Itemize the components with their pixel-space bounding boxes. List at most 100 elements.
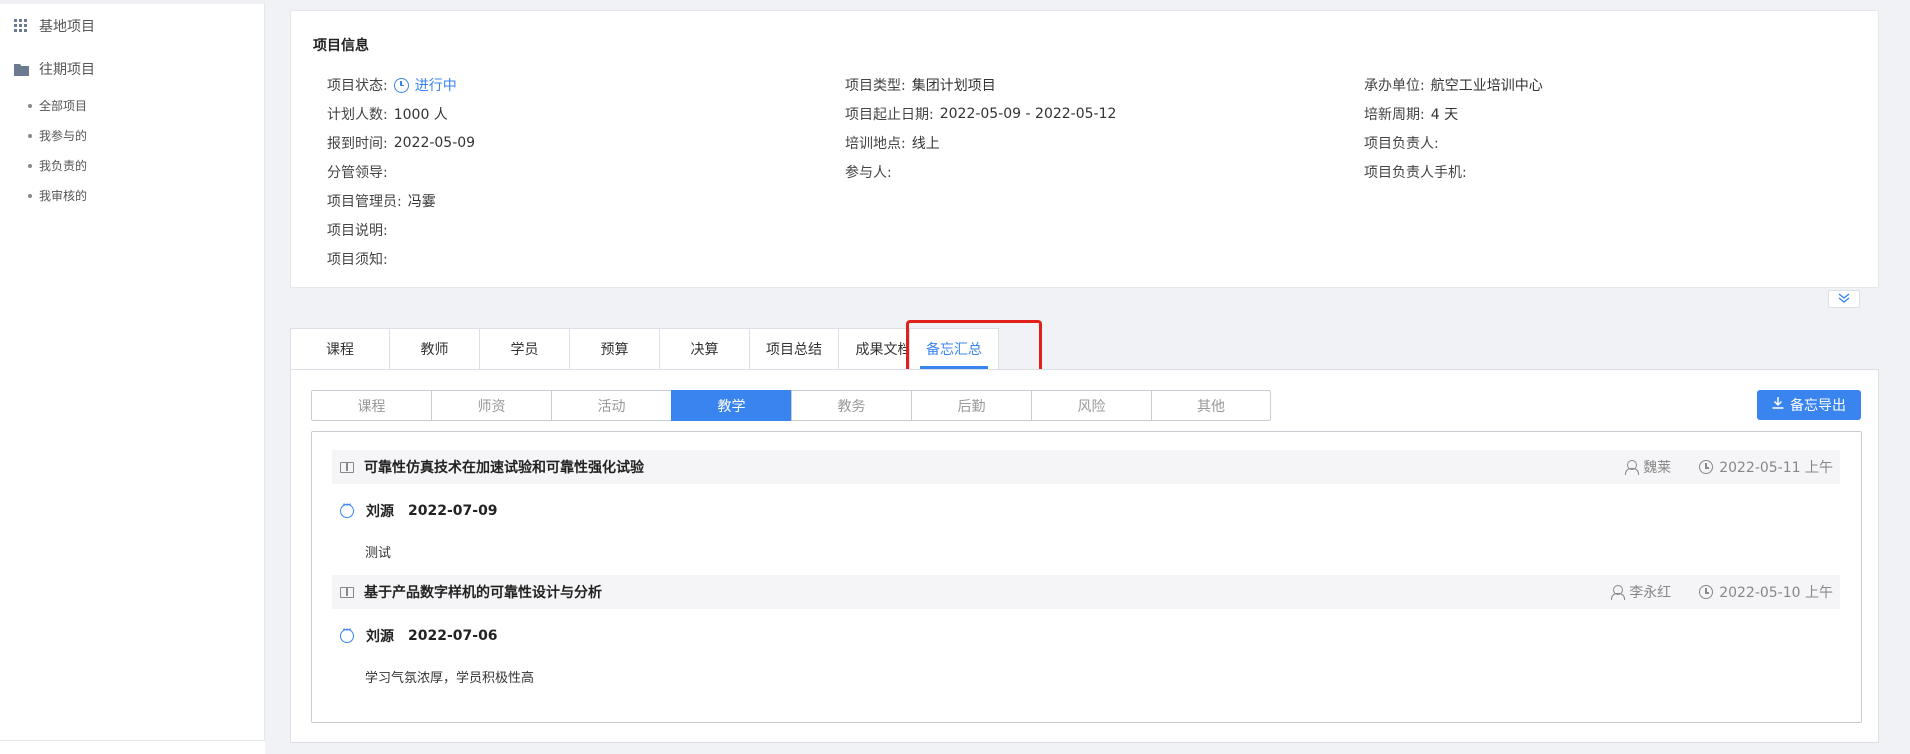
user-icon xyxy=(1611,585,1626,600)
field-label: 承办单位: xyxy=(1364,78,1425,94)
sidebar: 基地项目 往期项目 全部项目 我参与的 我负责的 我审核的 xyxy=(0,0,265,754)
comment-date: 2022-07-09 xyxy=(408,503,498,519)
comment-header: 刘源 2022-07-09 xyxy=(340,500,498,521)
tab-student[interactable]: 学员 xyxy=(479,328,569,370)
field-value: 线上 xyxy=(911,136,940,152)
memo-list: 可靠性仿真技术在加速试验和可靠性强化试验 魏莱 2022-05-11 上午 刘源… xyxy=(311,431,1862,723)
field-value: 航空工业培训中心 xyxy=(1430,78,1543,94)
planned-count-field: 计划人数: 1000 人 xyxy=(327,104,448,124)
comment-icon xyxy=(340,625,354,643)
clock-icon xyxy=(1699,585,1714,599)
sidebar-item-label: 我负责的 xyxy=(39,159,88,173)
memo-time: 2022-05-11 上午 xyxy=(1719,460,1833,476)
comment-text: 测试 xyxy=(365,546,392,561)
memo-time: 2022-05-10 上午 xyxy=(1719,585,1833,601)
sidebar-item-label: 我审核的 xyxy=(39,189,88,203)
subtab-faculty[interactable]: 师资 xyxy=(431,390,551,421)
comment-date: 2022-07-06 xyxy=(408,628,498,644)
main-tabs: 课程 教师 学员 预算 决算 项目总结 成果文档 备忘汇总 xyxy=(290,328,999,370)
field-value: 2022-05-09 - 2022-05-12 xyxy=(939,106,1117,122)
admin-field: 项目管理员: 冯霎 xyxy=(327,191,436,211)
field-value: 冯霎 xyxy=(407,194,436,210)
project-type-field: 项目类型: 集团计划项目 xyxy=(845,75,996,95)
grid-icon xyxy=(13,18,29,34)
sidebar-item-my-participated[interactable]: 我参与的 xyxy=(28,127,87,144)
sidebar-top-bar xyxy=(0,0,265,4)
memo-header: 基于产品数字样机的可靠性设计与分析 李永红 2022-05-10 上午 xyxy=(332,575,1840,609)
project-owner-field: 项目负责人: xyxy=(1364,133,1439,153)
training-period-field: 培新周期: 4 天 xyxy=(1364,104,1458,124)
subtab-academic-affairs[interactable]: 教务 xyxy=(791,390,911,421)
book-icon xyxy=(340,586,354,598)
sidebar-item-label: 我参与的 xyxy=(39,129,88,143)
tab-course[interactable]: 课程 xyxy=(290,328,389,370)
folder-icon xyxy=(13,61,29,77)
owner-phone-field: 项目负责人手机: xyxy=(1364,162,1467,182)
export-memo-button[interactable]: 备忘导出 xyxy=(1757,390,1861,420)
memo-author: 李永红 xyxy=(1629,585,1672,601)
date-range-field: 项目起止日期: 2022-05-09 - 2022-05-12 xyxy=(845,104,1116,124)
comment-author: 刘源 xyxy=(366,629,394,645)
comment-text: 学习气氛浓厚，学员积极性高 xyxy=(365,671,535,686)
sidebar-item-my-responsible[interactable]: 我负责的 xyxy=(28,157,87,174)
sidebar-item-label: 往期项目 xyxy=(39,62,95,78)
subtab-other[interactable]: 其他 xyxy=(1151,390,1271,421)
collapse-button[interactable] xyxy=(1828,290,1860,308)
sidebar-item-base-projects[interactable]: 基地项目 xyxy=(13,16,95,36)
sidebar-item-all-projects[interactable]: 全部项目 xyxy=(28,97,87,114)
card-title: 项目信息 xyxy=(313,38,369,54)
subtab-logistics[interactable]: 后勤 xyxy=(911,390,1031,421)
bullet-icon xyxy=(28,193,32,198)
leader-field: 分管领导: xyxy=(327,162,388,182)
memo-title: 基于产品数字样机的可靠性设计与分析 xyxy=(364,585,602,601)
tab-final-account[interactable]: 决算 xyxy=(659,328,749,370)
field-label: 项目状态: xyxy=(327,78,388,94)
tab-memo-summary[interactable]: 备忘汇总 xyxy=(909,328,999,370)
description-field: 项目说明: xyxy=(327,220,388,240)
sidebar-item-my-review[interactable]: 我审核的 xyxy=(28,187,87,204)
subtab-risk[interactable]: 风险 xyxy=(1031,390,1151,421)
subtab-teaching[interactable]: 教学 xyxy=(671,390,791,421)
memo-header: 可靠性仿真技术在加速试验和可靠性强化试验 魏莱 2022-05-11 上午 xyxy=(332,450,1840,484)
tab-teacher[interactable]: 教师 xyxy=(389,328,479,370)
user-icon xyxy=(1625,460,1640,475)
clock-icon xyxy=(1699,460,1714,474)
bullet-icon xyxy=(28,133,32,138)
report-time-field: 报到时间: 2022-05-09 xyxy=(327,133,475,153)
field-value: 2022-05-09 xyxy=(393,135,476,151)
memo-meta: 魏莱 2022-05-11 上午 xyxy=(1625,450,1840,484)
field-label: 项目起止日期: xyxy=(845,107,934,123)
sidebar-footer xyxy=(0,740,265,754)
field-label: 项目管理员: xyxy=(327,194,402,210)
field-label: 项目类型: xyxy=(845,78,906,94)
sidebar-item-past-projects[interactable]: 往期项目 xyxy=(13,59,95,79)
sidebar-item-label: 基地项目 xyxy=(39,19,95,35)
participants-field: 参与人: xyxy=(845,162,892,182)
sub-tabs: 课程 师资 活动 教学 教务 后勤 风险 其他 xyxy=(311,390,1271,421)
field-label: 计划人数: xyxy=(327,107,388,123)
field-label: 项目负责人手机: xyxy=(1364,165,1467,181)
status-badge: 进行中 xyxy=(393,75,457,95)
field-label: 项目负责人: xyxy=(1364,136,1439,152)
subtab-course[interactable]: 课程 xyxy=(311,390,431,421)
field-label: 项目须知: xyxy=(327,252,388,268)
sidebar-item-label: 全部项目 xyxy=(39,99,88,113)
bullet-icon xyxy=(28,103,32,108)
field-value: 4 天 xyxy=(1430,107,1459,123)
comment-header: 刘源 2022-07-06 xyxy=(340,625,498,646)
clock-icon xyxy=(393,77,409,93)
subtab-activity[interactable]: 活动 xyxy=(551,390,671,421)
project-info-card: 项目信息 项目状态: 进行中 计划人数: 1000 人 报到时间: 2022-0… xyxy=(290,10,1879,288)
field-value: 集团计划项目 xyxy=(911,78,996,94)
field-label: 分管领导: xyxy=(327,165,388,181)
export-label: 备忘导出 xyxy=(1790,398,1846,414)
status-field: 项目状态: 进行中 xyxy=(327,75,457,95)
tab-summary[interactable]: 项目总结 xyxy=(749,328,838,370)
comment-author: 刘源 xyxy=(366,504,394,520)
tab-budget[interactable]: 预算 xyxy=(569,328,659,370)
field-label: 报到时间: xyxy=(327,136,388,152)
notice-field: 项目须知: xyxy=(327,249,388,269)
field-label: 项目说明: xyxy=(327,223,388,239)
memo-panel: 课程 师资 活动 教学 教务 后勤 风险 其他 备忘导出 可靠性仿真技术在加速试… xyxy=(290,369,1879,743)
bullet-icon xyxy=(28,163,32,168)
